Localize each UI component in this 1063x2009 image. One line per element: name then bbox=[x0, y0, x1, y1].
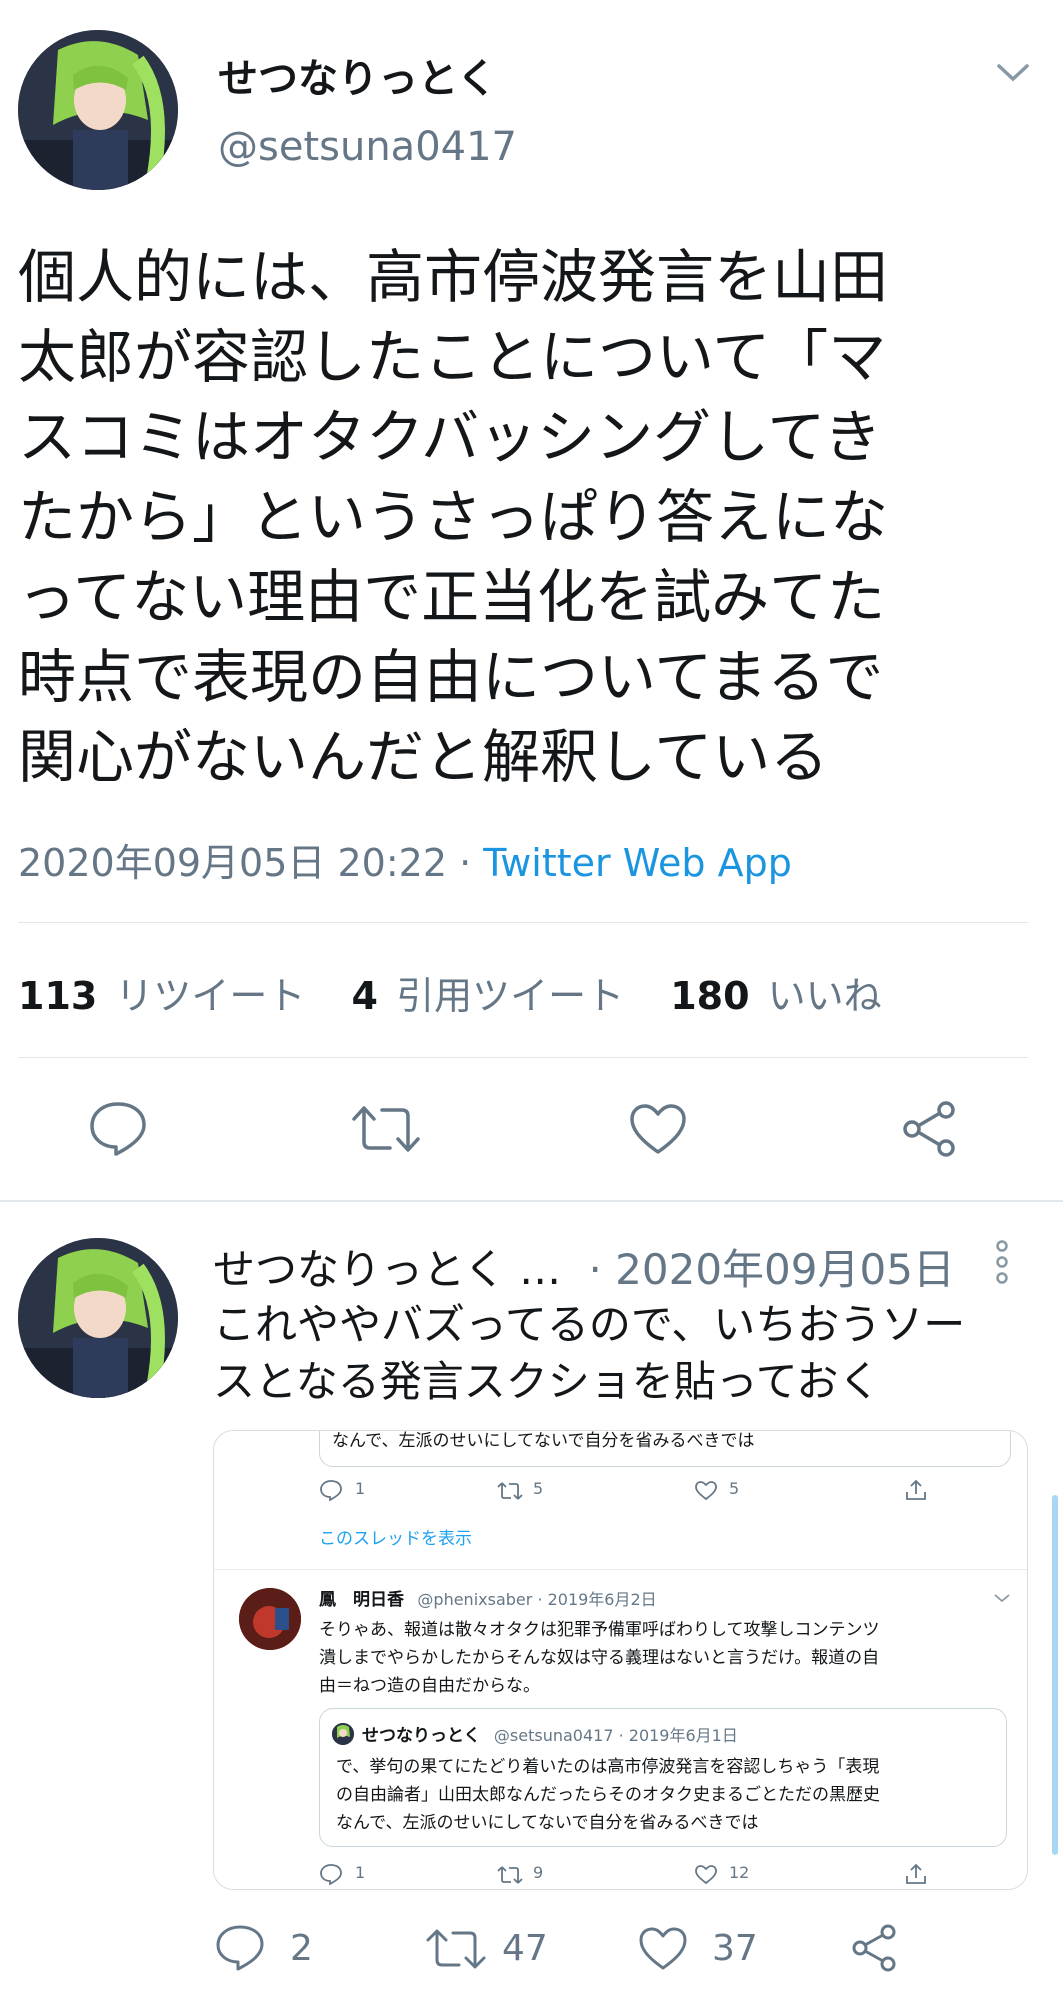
embed-post-line: 潰しまでやらかしたからそんな奴は守る義理はないと言うだけ。報道の自 bbox=[319, 1648, 880, 1668]
embed-quoted-tweet: せつなりっとく @setsuna0417 · 2019年6月1日 で、挙句の果て… bbox=[319, 1708, 1007, 1847]
reply-like-count: 37 bbox=[712, 1928, 758, 1969]
embed-like-icon bbox=[694, 1865, 718, 1889]
attached-screenshot[interactable]: なんで、左派のせいにしてないで自分を省みるべきでは 1 5 5 このスレッドを表… bbox=[213, 1430, 1028, 1890]
embed-reply-count: 1 bbox=[355, 1863, 366, 1882]
embed-post-header: 鳳 明日香 @phenixsaber · 2019年6月2日 bbox=[319, 1585, 657, 1610]
reply-text-line: これややバズってるので、いちおうソー bbox=[213, 1300, 966, 1349]
reply-like-icon[interactable] bbox=[638, 1926, 688, 1972]
tweet-text-line: ってない理由で正当化を試みてた bbox=[18, 563, 886, 631]
likes-label: いいね bbox=[767, 974, 882, 1018]
retweets-stat[interactable]: 113 リツイート bbox=[18, 974, 318, 1018]
reply-avatar[interactable] bbox=[18, 1238, 178, 1398]
embed-share-icon bbox=[904, 1863, 928, 1889]
reply-share-icon[interactable] bbox=[850, 1924, 898, 1972]
retweet-icon[interactable] bbox=[350, 1102, 422, 1156]
author-display-name[interactable]: せつなりっとく bbox=[218, 46, 497, 104]
embed-quoted-header: せつなりっとく @setsuna0417 · 2019年6月1日 bbox=[362, 1721, 738, 1746]
reply-icon[interactable] bbox=[88, 1100, 148, 1156]
embed-retweet-count: 9 bbox=[533, 1863, 544, 1882]
embed-top-actions: 1 5 5 bbox=[319, 1479, 1009, 1509]
embed-top-quote-box: なんで、左派のせいにしてないで自分を省みるべきでは bbox=[319, 1431, 1011, 1467]
embed-retweet-icon bbox=[497, 1865, 523, 1889]
retweets-label: リツイート bbox=[115, 974, 306, 1018]
reply-text-line: スとなる発言スクショを貼っておく bbox=[213, 1357, 881, 1406]
embed-post-line: 由＝ねつ造の自由だからな。 bbox=[319, 1676, 540, 1696]
embed-post-name: 鳳 明日香 bbox=[319, 1590, 404, 1610]
embed-quoted-handle-date: @setsuna0417 · 2019年6月1日 bbox=[493, 1726, 738, 1745]
reply-retweet-count: 47 bbox=[502, 1928, 548, 1969]
embed-quoted-line: で、挙句の果てにたどり着いたのは高市停波発言を容認しちゃう「表現 bbox=[336, 1757, 880, 1777]
embed-reply-count: 1 bbox=[355, 1479, 366, 1498]
embed-quoted-text: で、挙句の果てにたどり着いたのは高市停波発言を容認しちゃう「表現 の自由論者」山… bbox=[336, 1753, 996, 1837]
reply-date[interactable]: · 2020年09月05日 bbox=[588, 1245, 954, 1294]
embed-retweet-count: 5 bbox=[533, 1479, 544, 1498]
chevron-down-icon[interactable] bbox=[996, 62, 1030, 84]
embed-top-cut-text: なんで、左派のせいにしてないで自分を省みるべきでは bbox=[332, 1431, 755, 1451]
tweet-meta: 2020年09月05日 20:22 · Twitter Web App bbox=[18, 832, 792, 887]
embed-like-icon bbox=[694, 1481, 718, 1505]
embed-bottom-actions: 1 9 12 bbox=[319, 1863, 1009, 1889]
reply-reply-count: 2 bbox=[290, 1928, 313, 1969]
tweet-text-line: 太郎が容認したことについて「マ bbox=[18, 323, 887, 391]
embed-reply-icon bbox=[319, 1479, 343, 1505]
tweet-timestamp[interactable]: 2020年09月05日 20:22 bbox=[18, 841, 447, 885]
reply-reply-icon[interactable] bbox=[215, 1924, 265, 1972]
tweet-text-line: たから」というさっぱり答えにな bbox=[18, 483, 889, 551]
quotes-label: 引用ツイート bbox=[396, 974, 625, 1018]
embed-post-handle-date: @phenixsaber · 2019年6月2日 bbox=[417, 1590, 657, 1609]
tweet-source-link[interactable]: Twitter Web App bbox=[483, 841, 792, 885]
embed-quoted-name: せつなりっとく bbox=[362, 1726, 481, 1746]
embed-share-icon bbox=[904, 1479, 928, 1505]
scrollbar[interactable] bbox=[1052, 1495, 1058, 1855]
tweet-text-line: 関心がないんだと解釈している bbox=[18, 723, 829, 791]
embed-chevron-icon bbox=[994, 1593, 1010, 1603]
author-handle[interactable]: @setsuna0417 bbox=[218, 124, 517, 170]
embed-post-line: そりゃあ、報道は散々オタクは犯罪予備軍呼ばわりして攻撃しコンテンツ bbox=[319, 1620, 880, 1640]
embed-post-avatar bbox=[239, 1588, 301, 1650]
tweet-stats: 113 リツイート 4 引用ツイート 180 いいね bbox=[18, 965, 882, 1020]
retweets-count: 113 bbox=[18, 974, 98, 1018]
more-options-icon[interactable] bbox=[994, 1240, 1010, 1284]
embed-show-thread: このスレッドを表示 bbox=[319, 1529, 472, 1549]
tweet-text-line: スコミはオタクバッシングしてき bbox=[18, 403, 882, 471]
divider bbox=[18, 922, 1028, 923]
embed-reply-icon bbox=[319, 1863, 343, 1889]
section-divider bbox=[0, 1200, 1063, 1202]
embed-like-count: 12 bbox=[729, 1863, 750, 1882]
tweet-text: 個人的には、高市停波発言を山田 太郎が容認したことについて「マ スコミはオタクバ… bbox=[18, 237, 1028, 797]
embed-quoted-line: の自由論者」山田太郎なんだったらそのオタク史まるごとただの黒歴史 bbox=[336, 1785, 880, 1805]
tweet-text-line: 時点で表現の自由についてまるで bbox=[18, 643, 884, 711]
embed-retweet-icon bbox=[497, 1481, 523, 1505]
quotes-stat[interactable]: 4 引用ツイート bbox=[352, 974, 637, 1018]
embed-quoted-line: なんで、左派のせいにしてないで自分を省みるべきでは bbox=[336, 1813, 759, 1833]
likes-count: 180 bbox=[670, 974, 750, 1018]
reply-retweet-icon[interactable] bbox=[425, 1926, 487, 1972]
reply-display-name[interactable]: せつなりっとく … bbox=[213, 1245, 561, 1294]
embed-divider bbox=[214, 1569, 1027, 1570]
embed-post-text: そりゃあ、報道は散々オタクは犯罪予備軍呼ばわりして攻撃しコンテンツ 潰しまでやら… bbox=[319, 1616, 1009, 1700]
author-avatar[interactable] bbox=[18, 30, 178, 190]
divider bbox=[18, 1057, 1028, 1058]
share-icon[interactable] bbox=[900, 1100, 958, 1158]
tweet-text-line: 個人的には、高市停波発言を山田 bbox=[18, 243, 889, 311]
embed-like-count: 5 bbox=[729, 1479, 740, 1498]
reply-header: せつなりっとく … · 2020年09月05日 bbox=[213, 1236, 955, 1297]
meta-separator: · bbox=[447, 841, 484, 885]
embed-quoted-avatar bbox=[332, 1723, 354, 1745]
reply-text: これややバズってるので、いちおうソー スとなる発言スクショを貼っておく bbox=[213, 1296, 1033, 1410]
likes-stat[interactable]: 180 いいね bbox=[670, 974, 881, 1018]
like-icon[interactable] bbox=[628, 1102, 688, 1156]
quotes-count: 4 bbox=[351, 974, 378, 1018]
